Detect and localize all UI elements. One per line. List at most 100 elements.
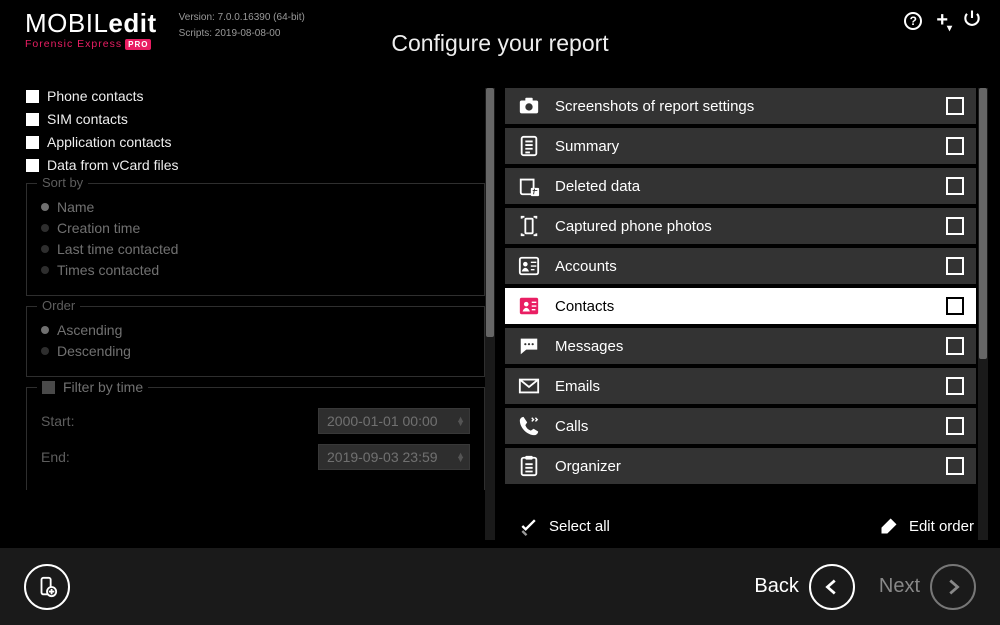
checkbox-sim-contacts[interactable]: SIM contacts xyxy=(26,111,485,127)
category-screenshots[interactable]: Screenshots of report settings xyxy=(505,88,976,124)
category-checkbox[interactable] xyxy=(946,177,964,195)
category-checkbox[interactable] xyxy=(946,377,964,395)
category-checkbox[interactable] xyxy=(946,97,964,115)
checkbox-label: Phone contacts xyxy=(47,88,144,104)
end-time-input[interactable]: 2019-09-03 23:59 ▲▼ xyxy=(318,444,470,470)
radio-icon xyxy=(41,224,49,232)
category-label: Deleted data xyxy=(555,178,932,195)
select-all-label: Select all xyxy=(549,518,610,535)
checkbox-icon xyxy=(26,90,39,103)
start-label: Start: xyxy=(41,413,74,429)
version-info: Version: 7.0.0.16390 (64-bit) Scripts: 2… xyxy=(179,10,305,42)
sortby-creation-time[interactable]: Creation time xyxy=(41,220,470,236)
checkbox-phone-contacts[interactable]: Phone contacts xyxy=(26,88,485,104)
back-label: Back xyxy=(754,575,798,598)
category-label: Emails xyxy=(555,378,932,395)
select-all-button[interactable]: Select all xyxy=(519,516,610,536)
logo-text-1: MOBIL xyxy=(25,8,108,38)
radio-icon xyxy=(41,203,49,211)
messages-icon xyxy=(517,334,541,358)
add-device-button[interactable] xyxy=(24,564,70,610)
category-accounts[interactable]: Accounts xyxy=(505,248,976,284)
accounts-icon xyxy=(517,254,541,278)
category-summary[interactable]: Summary xyxy=(505,128,976,164)
organizer-icon xyxy=(517,454,541,478)
radio-icon xyxy=(41,266,49,274)
power-icon[interactable] xyxy=(962,8,982,33)
order-fieldset: Order AscendingDescending xyxy=(26,306,485,377)
order-descending[interactable]: Descending xyxy=(41,343,470,359)
category-organizer[interactable]: Organizer xyxy=(505,448,976,484)
sortby-times-contacted[interactable]: Times contacted xyxy=(41,262,470,278)
radio-label: Descending xyxy=(57,343,131,359)
radio-label: Name xyxy=(57,199,94,215)
radio-label: Last time contacted xyxy=(57,241,178,257)
order-legend: Order xyxy=(37,298,80,313)
radio-icon xyxy=(41,245,49,253)
contacts-icon xyxy=(517,294,541,318)
start-time-value: 2000-01-01 00:00 xyxy=(327,413,438,429)
category-messages[interactable]: Messages xyxy=(505,328,976,364)
checkbox-data-from-vcard-files[interactable]: Data from vCard files xyxy=(26,157,485,173)
category-checkbox[interactable] xyxy=(946,297,964,315)
help-icon[interactable]: ? xyxy=(904,12,922,30)
back-button[interactable]: Back xyxy=(754,564,854,610)
screenshots-icon xyxy=(517,94,541,118)
category-checkbox[interactable] xyxy=(946,337,964,355)
sortby-legend: Sort by xyxy=(37,175,88,190)
category-checkbox[interactable] xyxy=(946,457,964,475)
end-time-value: 2019-09-03 23:59 xyxy=(327,449,438,465)
category-captured[interactable]: Captured phone photos xyxy=(505,208,976,244)
deleted-icon xyxy=(517,174,541,198)
emails-icon xyxy=(517,374,541,398)
spinner-icon[interactable]: ▲▼ xyxy=(456,453,465,462)
checkbox-icon xyxy=(26,113,39,126)
category-checkbox[interactable] xyxy=(946,137,964,155)
category-calls[interactable]: Calls xyxy=(505,408,976,444)
sortby-name[interactable]: Name xyxy=(41,199,470,215)
category-checkbox[interactable] xyxy=(946,417,964,435)
filter-fieldset: Filter by time Start: 2000-01-01 00:00 ▲… xyxy=(26,387,485,490)
calls-icon xyxy=(517,414,541,438)
category-contacts[interactable]: Contacts xyxy=(505,288,976,324)
add-icon[interactable]: +▾ xyxy=(936,9,948,32)
logo: MOBILedit Forensic Express PRO xyxy=(25,10,157,50)
logo-subtitle: Forensic Express xyxy=(25,38,122,50)
category-label: Captured phone photos xyxy=(555,218,932,235)
page-title: Configure your report xyxy=(391,30,608,57)
category-checkbox[interactable] xyxy=(946,257,964,275)
category-label: Contacts xyxy=(555,298,932,315)
category-deleted[interactable]: Deleted data xyxy=(505,168,976,204)
logo-text-2: edit xyxy=(108,8,156,38)
checkbox-icon xyxy=(26,136,39,149)
pro-badge: PRO xyxy=(125,39,151,50)
category-label: Screenshots of report settings xyxy=(555,98,932,115)
category-label: Summary xyxy=(555,138,932,155)
category-emails[interactable]: Emails xyxy=(505,368,976,404)
checkbox-label: SIM contacts xyxy=(47,111,128,127)
category-label: Accounts xyxy=(555,258,932,275)
edit-order-button[interactable]: Edit order xyxy=(879,516,974,536)
checkbox-application-contacts[interactable]: Application contacts xyxy=(26,134,485,150)
radio-icon xyxy=(41,326,49,334)
filter-legend: Filter by time xyxy=(63,379,143,395)
order-ascending[interactable]: Ascending xyxy=(41,322,470,338)
checkbox-label: Data from vCard files xyxy=(47,157,178,173)
scripts-line: Scripts: 2019-08-08-00 xyxy=(179,26,305,42)
edit-order-label: Edit order xyxy=(909,518,974,535)
checkbox-icon xyxy=(26,159,39,172)
right-scrollbar[interactable] xyxy=(978,88,988,540)
left-scrollbar[interactable] xyxy=(485,88,495,540)
radio-label: Times contacted xyxy=(57,262,159,278)
category-label: Messages xyxy=(555,338,932,355)
category-checkbox[interactable] xyxy=(946,217,964,235)
category-label: Organizer xyxy=(555,458,932,475)
spinner-icon[interactable]: ▲▼ xyxy=(456,417,465,426)
next-button[interactable]: Next xyxy=(879,564,976,610)
start-time-input[interactable]: 2000-01-01 00:00 ▲▼ xyxy=(318,408,470,434)
summary-icon xyxy=(517,134,541,158)
filter-checkbox[interactable] xyxy=(42,381,55,394)
next-label: Next xyxy=(879,575,920,598)
category-label: Calls xyxy=(555,418,932,435)
sortby-last-time-contacted[interactable]: Last time contacted xyxy=(41,241,470,257)
